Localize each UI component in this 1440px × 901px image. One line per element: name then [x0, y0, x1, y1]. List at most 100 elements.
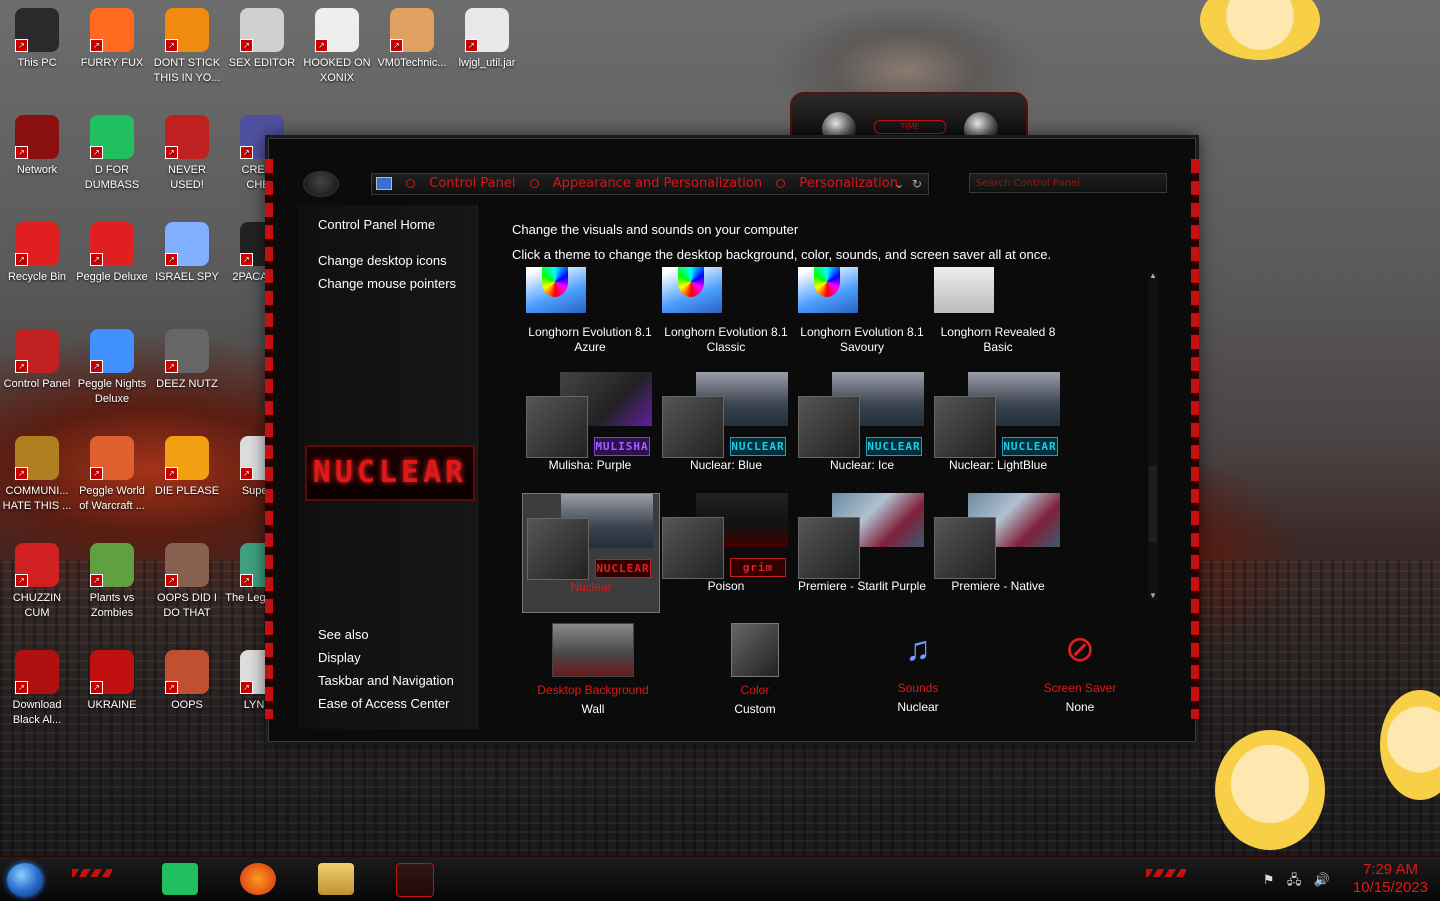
- desktop-icon[interactable]: ↗ Peggle Deluxe: [75, 216, 149, 285]
- back-button[interactable]: [303, 171, 339, 197]
- desktop-icon-label: VM0Technic...: [377, 57, 447, 69]
- desktop-icon-label: COMMUNI... HATE THIS ...: [2, 485, 72, 512]
- color-swatch-icon: [731, 623, 779, 677]
- desktop-icon[interactable]: ↗ Plants vs Zombies: [75, 537, 149, 621]
- desktop-icon[interactable]: ↗ HOOKED ON XONIX: [300, 2, 374, 86]
- screen-saver-label: Screen Saver: [1043, 681, 1117, 695]
- theme-preview-icon: NUCLEAR: [794, 372, 930, 458]
- theme-tile[interactable]: grim Poison: [658, 493, 794, 611]
- theme-tile[interactable]: Longhorn Evolution 8.1 Savoury: [794, 267, 930, 354]
- app-icon: ↗: [15, 650, 59, 694]
- desktop-icon[interactable]: ↗ FURRY FUX: [75, 2, 149, 71]
- theme-preview-icon: [794, 267, 930, 321]
- desktop-icon[interactable]: ↗ This PC: [0, 2, 74, 71]
- taskbar-navigation-link[interactable]: Taskbar and Navigation: [318, 673, 454, 688]
- shortcut-arrow-icon: ↗: [165, 681, 178, 694]
- ease-of-access-link[interactable]: Ease of Access Center: [318, 696, 450, 711]
- shortcut-arrow-icon: ↗: [165, 467, 178, 480]
- theme-tile[interactable]: NUCLEAR Nuclear: [522, 493, 660, 613]
- action-center-flag-icon[interactable]: ⚑: [1263, 873, 1275, 888]
- change-desktop-icons-link[interactable]: Change desktop icons: [318, 253, 447, 268]
- address-bar[interactable]: Control Panel Appearance and Personaliza…: [371, 173, 929, 195]
- desktop-icon[interactable]: ↗ Recycle Bin: [0, 216, 74, 285]
- theme-preview-icon: [794, 493, 930, 579]
- theme-name: Premiere - Starlit Purple White: [797, 579, 927, 593]
- desktop-icon[interactable]: ↗ lwjgl_util.jar: [450, 2, 524, 71]
- theme-tile[interactable]: Premiere - Starlit Purple White: [794, 493, 930, 611]
- desktop-icon[interactable]: ↗ NEVER USED!: [150, 109, 224, 193]
- desktop-icon[interactable]: ↗ Control Panel: [0, 323, 74, 392]
- desktop-icon[interactable]: ↗ OOPS: [150, 644, 224, 713]
- desktop-icon[interactable]: ↗ DONT STICK THIS IN YO...: [150, 2, 224, 86]
- theme-preview-icon: NUCLEAR: [523, 494, 659, 580]
- control-panel-home-link[interactable]: Control Panel Home: [318, 217, 435, 232]
- desktop-icon-label: Network: [16, 164, 58, 176]
- sounds-button[interactable]: ♫ Sounds Nuclear: [852, 623, 984, 714]
- theme-tile[interactable]: MULISHA Mulisha: Purple: [522, 372, 658, 482]
- theme-name: Longhorn Revealed 8 Basic: [940, 325, 1056, 354]
- taskbar-control-panel-icon[interactable]: [396, 863, 434, 897]
- desktop-icon[interactable]: ↗ DIE PLEASE: [150, 430, 224, 499]
- sounds-value: Nuclear: [897, 700, 939, 714]
- desktop-icon-label: lwjgl_util.jar: [458, 57, 516, 69]
- app-icon: ↗: [90, 115, 134, 159]
- desktop-icon[interactable]: ↗ Peggle Nights Deluxe: [75, 323, 149, 407]
- desktop-icon[interactable]: ↗ D FOR DUMBASS: [75, 109, 149, 193]
- theme-preview-icon: [658, 267, 794, 321]
- desktop-icon[interactable]: ↗ CHUZZIN CUM: [0, 537, 74, 621]
- volume-icon[interactable]: 🔊: [1314, 873, 1330, 888]
- desktop-icon[interactable]: ↗ Download Black Al...: [0, 644, 74, 728]
- theme-tile[interactable]: Premiere - Native Lightning Blue: [930, 493, 1066, 611]
- taskbar-clock[interactable]: 7:29 AM 10/15/2023: [1353, 861, 1428, 897]
- start-button[interactable]: [7, 863, 43, 897]
- shortcut-arrow-icon: ↗: [465, 39, 478, 52]
- refresh-icon[interactable]: ↻: [912, 177, 922, 191]
- scroll-up-icon[interactable]: ▲: [1148, 271, 1158, 281]
- theme-scrollbar[interactable]: ▲ ▼: [1148, 271, 1158, 601]
- control-panel-icon: [376, 177, 392, 190]
- desktop-icon-label: Control Panel: [3, 378, 71, 390]
- theme-tile[interactable]: Longhorn Evolution 8.1 Classic: [658, 267, 794, 354]
- taskbar-file-explorer-icon[interactable]: [318, 863, 354, 895]
- scroll-down-icon[interactable]: ▼: [1148, 591, 1158, 601]
- taskbar-notes-app-icon[interactable]: [162, 863, 198, 895]
- scroll-thumb[interactable]: [1149, 466, 1157, 542]
- color-label: Color: [740, 683, 770, 697]
- desktop-icon[interactable]: ↗ SEX EDITOR: [225, 2, 299, 71]
- breadcrumb-personalization[interactable]: Personalization: [799, 174, 898, 194]
- desktop-icon[interactable]: ↗ UKRAINE: [75, 644, 149, 713]
- desktop-icon-label: UKRAINE: [87, 699, 137, 711]
- app-icon: ↗: [15, 222, 59, 266]
- breadcrumb-control-panel[interactable]: Control Panel: [429, 174, 515, 194]
- change-mouse-pointers-link[interactable]: Change mouse pointers: [318, 276, 456, 291]
- display-link[interactable]: Display: [318, 650, 361, 665]
- desktop-icon[interactable]: ↗ COMMUNI... HATE THIS ...: [0, 430, 74, 514]
- desktop-icon-label: SEX EDITOR: [228, 57, 296, 69]
- app-icon: ↗: [15, 8, 59, 52]
- desktop-icon[interactable]: ↗ OOPS DID I DO THAT: [150, 537, 224, 621]
- theme-tile[interactable]: Longhorn Revealed 8 Basic: [930, 267, 1066, 354]
- desktop-icon[interactable]: ↗ DEEZ NUTZ: [150, 323, 224, 392]
- desktop-icon[interactable]: ↗ Peggle World of Warcraft ...: [75, 430, 149, 514]
- desktop-icon-label: DIE PLEASE: [154, 485, 220, 497]
- shortcut-arrow-icon: ↗: [90, 39, 103, 52]
- search-input[interactable]: Search Control Panel: [969, 173, 1167, 193]
- theme-tile[interactable]: NUCLEAR Nuclear: Blue: [658, 372, 794, 482]
- desktop-icon[interactable]: ↗ Network: [0, 109, 74, 178]
- desktop-background-button[interactable]: Desktop Background Wall: [527, 623, 659, 716]
- theme-tile[interactable]: NUCLEAR Nuclear: Ice: [794, 372, 930, 482]
- breadcrumb-appearance[interactable]: Appearance and Personalization: [553, 174, 762, 194]
- color-button[interactable]: Color Custom: [689, 623, 821, 716]
- taskbar-accent-left: [72, 869, 112, 877]
- chevron-down-icon[interactable]: ⌄: [894, 177, 904, 191]
- desktop-icon-label: This PC: [17, 57, 57, 69]
- taskbar-firefox-icon[interactable]: [240, 863, 276, 895]
- desktop-icon[interactable]: ↗ ISRAEL SPY: [150, 216, 224, 285]
- theme-tile[interactable]: Longhorn Evolution 8.1 Azure: [522, 267, 658, 354]
- gadget-label: TIME: [874, 120, 946, 134]
- network-icon[interactable]: 🖧: [1287, 873, 1302, 888]
- desktop-icon[interactable]: ↗ VM0Technic...: [375, 2, 449, 71]
- theme-tag: NUCLEAR: [1002, 437, 1058, 456]
- screen-saver-button[interactable]: ⊘ Screen Saver None: [1014, 623, 1146, 714]
- theme-tile[interactable]: NUCLEAR Nuclear: LightBlue: [930, 372, 1066, 482]
